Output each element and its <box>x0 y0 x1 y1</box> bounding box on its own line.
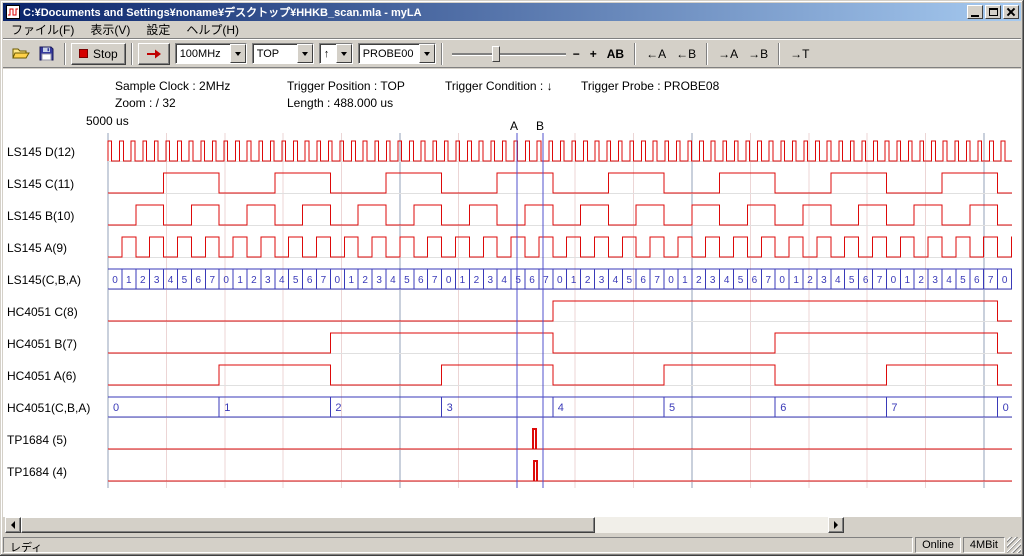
menu-file[interactable]: ファイル(F) <box>3 20 82 39</box>
trigger-probe-info: Trigger Probe : PROBE08 <box>581 79 719 93</box>
run-arrow-icon <box>146 49 162 59</box>
status-online: Online <box>915 537 961 553</box>
minimize-icon <box>971 15 979 17</box>
stop-icon <box>79 49 88 58</box>
chevron-down-icon[interactable] <box>297 44 313 63</box>
maximize-button[interactable] <box>985 5 1001 19</box>
sample-clock-value: 100MHz <box>176 44 230 63</box>
chevron-down-icon[interactable] <box>336 44 352 63</box>
window-title: C:¥Documents and Settings¥noname¥デスクトップ¥… <box>23 4 967 20</box>
zoom-slider[interactable] <box>450 44 568 64</box>
goto-trigger-button[interactable]: →T <box>786 44 813 64</box>
goto-cursor-a-right-button[interactable]: →A <box>714 44 742 64</box>
close-icon <box>1007 8 1015 16</box>
toolbar-separator <box>778 43 780 65</box>
title-bar[interactable]: C:¥Documents and Settings¥noname¥デスクトップ¥… <box>3 3 1021 21</box>
horizontal-scrollbar[interactable] <box>5 517 844 533</box>
trigger-probe-value: PROBE00 <box>359 44 419 63</box>
minimize-button[interactable] <box>967 5 983 19</box>
toolbar-separator <box>131 43 133 65</box>
toolbar: Stop 100MHz TOP ↑ PROBE00 <box>3 40 1021 68</box>
open-folder-icon <box>12 46 30 61</box>
toolbar-separator <box>64 43 66 65</box>
scroll-right-button[interactable] <box>828 517 844 533</box>
goto-cursor-b-left-button[interactable]: ←B <box>672 44 700 64</box>
trigger-edge-value: ↑ <box>320 44 336 63</box>
menu-view[interactable]: 表示(V) <box>82 20 138 39</box>
toolbar-separator <box>441 43 443 65</box>
status-memory: 4MBit <box>963 537 1005 553</box>
run-button[interactable] <box>138 43 170 65</box>
scrollbar-thumb[interactable] <box>21 517 595 533</box>
goto-cursor-a-left-button[interactable]: ←A <box>642 44 670 64</box>
close-button[interactable] <box>1003 5 1019 19</box>
app-icon <box>6 5 20 19</box>
sample-clock-select[interactable]: 100MHz <box>175 43 247 64</box>
zoom-out-button[interactable]: − <box>569 44 584 64</box>
chevron-down-icon[interactable] <box>419 44 435 63</box>
zoom-slider-track <box>452 53 566 56</box>
sample-clock-info: Sample Clock : 2MHz <box>115 79 230 93</box>
floppy-disk-icon <box>39 46 54 61</box>
scroll-left-icon <box>11 521 15 529</box>
zoom-info: Zoom : / 32 <box>115 96 176 110</box>
scroll-left-button[interactable] <box>5 517 21 533</box>
scroll-strip <box>3 517 1021 534</box>
chevron-down-icon[interactable] <box>230 44 246 63</box>
stop-button[interactable]: Stop <box>71 43 126 65</box>
trigger-position-select[interactable]: TOP <box>252 43 314 64</box>
resize-grip[interactable] <box>1007 537 1021 553</box>
trigger-edge-select[interactable]: ↑ <box>319 43 353 64</box>
zoom-in-button[interactable]: + <box>586 44 601 64</box>
stop-label: Stop <box>93 47 118 61</box>
scroll-right-icon <box>834 521 838 529</box>
app-window: C:¥Documents and Settings¥noname¥デスクトップ¥… <box>0 0 1024 556</box>
waveform-panel[interactable]: Sample Clock : 2MHz Trigger Position : T… <box>3 69 1021 517</box>
goto-cursor-b-right-button[interactable]: →B <box>744 44 772 64</box>
zoom-slider-thumb[interactable] <box>492 46 500 62</box>
trigger-probe-select[interactable]: PROBE00 <box>358 43 436 64</box>
trigger-position-value: TOP <box>253 44 297 63</box>
toolbar-separator <box>706 43 708 65</box>
trigger-condition-info: Trigger Condition : ↓ <box>445 79 553 93</box>
menu-settings[interactable]: 設定 <box>138 20 178 39</box>
open-file-button[interactable] <box>9 43 33 65</box>
toolbar-separator <box>634 43 636 65</box>
menu-bar: ファイル(F) 表示(V) 設定 ヘルプ(H) <box>3 21 1021 39</box>
status-bar: レディ Online 4MBit <box>3 537 1021 553</box>
maximize-icon <box>989 8 998 16</box>
status-message: レディ <box>3 537 913 553</box>
trigger-position-info: Trigger Position : TOP <box>287 79 405 93</box>
menu-help[interactable]: ヘルプ(H) <box>178 20 247 39</box>
save-file-button[interactable] <box>34 43 58 65</box>
zoom-ab-button[interactable]: AB <box>603 44 628 64</box>
length-info: Length : 488.000 us <box>287 96 393 110</box>
